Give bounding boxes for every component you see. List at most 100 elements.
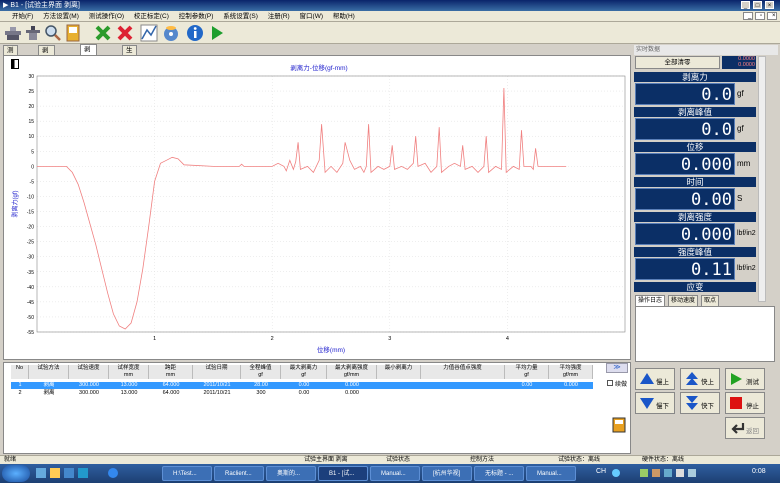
tab-generate-report[interactable]: 生成报告 (122, 45, 137, 84)
report-book-icon[interactable] (612, 417, 626, 433)
fixture-icon[interactable] (24, 24, 42, 42)
child-close-button[interactable]: × (767, 12, 777, 20)
y-tick-label: 25 (28, 89, 34, 95)
help-icon[interactable] (612, 469, 620, 477)
start-orb-icon[interactable] (2, 465, 30, 482)
chart-y-label: 剥离力(gf) (11, 190, 19, 217)
x-tick-label: 2 (271, 336, 274, 342)
y-tick-label: 10 (28, 134, 34, 140)
continue-checkbox[interactable] (607, 380, 613, 386)
y-tick-label: 5 (31, 149, 34, 155)
task-button[interactable]: 无标题 - ... (474, 466, 524, 481)
task-button[interactable]: H:\Test... (162, 466, 212, 481)
menu-item-control[interactable]: 控制参数(P) (175, 11, 218, 22)
language-indicator[interactable]: CH (596, 468, 606, 475)
show-desktop-icon[interactable] (36, 468, 46, 478)
volume-icon[interactable] (688, 469, 696, 477)
close-button[interactable]: × (765, 1, 774, 9)
menu-item-window[interactable]: 窗口(W) (296, 11, 327, 22)
table-row[interactable]: 2 剥离 300.000 13.000 64.000 2011/10/21 30… (11, 390, 593, 397)
tab-force-time[interactable]: 剥离力-时间 (38, 45, 55, 94)
info-icon[interactable] (186, 24, 204, 42)
menu-item-calibration[interactable]: 校正标定(C) (130, 11, 173, 22)
clear-all-button[interactable]: 全部清零 (635, 56, 720, 69)
readout-unit-displacement: mm (737, 159, 751, 168)
machine-icon[interactable] (4, 24, 22, 42)
menu-item-help[interactable]: 帮助(H) (329, 11, 359, 22)
task-button[interactable]: Manual... (526, 466, 576, 481)
menu-item-test-op[interactable]: 测试操作(O) (85, 11, 128, 22)
menu-item-method[interactable]: 方法设置(M) (39, 11, 83, 22)
expand-chevron-icon[interactable]: ≫ (606, 363, 628, 373)
red-x-icon[interactable] (116, 24, 134, 42)
col-valley-strength: 力值谷值点强度 (421, 365, 505, 379)
back-button[interactable]: 返回 (725, 417, 765, 439)
task-button[interactable]: Manual... (370, 466, 420, 481)
window-title-bar: ▶ B1 - [试验主界面 剥离] _ □ × (0, 0, 780, 11)
readout-value-time: 0.00 (635, 188, 735, 210)
save-icon[interactable] (64, 24, 82, 42)
col-max-strength: 最大剥离强度 gf/mm (327, 365, 377, 379)
x-tick-labels: 1 2 3 4 (153, 336, 509, 342)
menu-item-register[interactable]: 注册(R) (264, 11, 294, 22)
minimize-button[interactable]: _ (741, 1, 750, 9)
menu-item-start[interactable]: 开始(F) (0, 11, 37, 22)
network-icon[interactable] (676, 469, 684, 477)
quicklaunch-icon-2[interactable] (78, 468, 88, 478)
tab-test-settings[interactable]: 测试设置 (3, 45, 18, 84)
readout-label-time: 时间 (634, 177, 756, 187)
stop-button[interactable]: 停止 (725, 392, 765, 414)
task-button[interactable]: 奥斯的... (266, 466, 316, 481)
fast-up-button[interactable]: 快上 (680, 368, 720, 390)
ie-icon[interactable] (108, 468, 118, 478)
tab-force-displacement[interactable]: 剥离力-位移 (80, 44, 97, 93)
continue-label: 续做 (615, 382, 628, 388)
col-width: 试样宽度 mm (109, 365, 149, 379)
col-span: 跨距 mm (149, 365, 193, 379)
readout-label-peak: 剥离峰值 (634, 107, 756, 117)
results-table-panel: No 试验方法 试验速度 试样宽度 mm 跨距 mm 试验日期 全程峰值 gf 最大剥… (3, 362, 631, 454)
task-button-active[interactable]: B1 - [试... (318, 466, 368, 481)
y-tick-label: -55 (27, 330, 34, 336)
readout-scrollbar[interactable] (758, 56, 766, 302)
y-tick-label: -35 (27, 270, 34, 276)
play-icon[interactable] (208, 24, 226, 42)
arrow-down-icon (640, 398, 654, 409)
curve-tool-icon[interactable] (140, 24, 158, 42)
return-arrow-icon (731, 423, 745, 434)
task-button[interactable]: [杭州华视] (422, 466, 472, 481)
task-button[interactable]: Raclient... (214, 466, 264, 481)
readout-label-strength-peak: 强度峰值 (634, 247, 756, 257)
child-restore-button[interactable]: ▫ (755, 12, 765, 20)
green-x-icon[interactable] (94, 24, 112, 42)
test-button[interactable]: 测试 (725, 368, 765, 390)
table-row[interactable]: 1 剥离 300.000 13.000 64.000 2011/10/21 28… (11, 382, 593, 389)
operation-log-box[interactable] (635, 306, 775, 362)
maximize-button[interactable]: □ (753, 1, 762, 9)
slow-down-button[interactable]: 慢下 (635, 392, 675, 414)
col-avg-strength: 平均强度 gf/mm (549, 365, 593, 379)
col-no: No (11, 365, 29, 379)
taskbar: H:\Test... Raclient... 奥斯的... B1 - [试...… (0, 464, 780, 483)
x-tick-label: 3 (388, 336, 391, 342)
quicklaunch-icon[interactable] (64, 468, 74, 478)
window-title: B1 - [试验主界面 剥离] (10, 2, 80, 9)
col-avg-force: 平均力量 gf (505, 365, 549, 379)
tray-icon[interactable] (664, 469, 672, 477)
magnifier-icon[interactable] (44, 24, 62, 42)
disk-icon[interactable] (162, 24, 180, 42)
slow-up-button[interactable]: 慢上 (635, 368, 675, 390)
tray-icon[interactable] (652, 469, 660, 477)
explorer-icon[interactable] (50, 468, 60, 478)
y-tick-label: -45 (27, 300, 34, 306)
tray-icon[interactable] (640, 469, 648, 477)
menu-item-system[interactable]: 系统设置(S) (219, 11, 262, 22)
double-arrow-down-icon (686, 396, 698, 410)
x-tick-label: 1 (153, 336, 156, 342)
x-tick-label: 4 (506, 336, 509, 342)
child-minimize-button[interactable]: _ (743, 12, 753, 20)
readout-unit-peak: gf (737, 124, 744, 133)
fast-down-button[interactable]: 快下 (680, 392, 720, 414)
page-icon[interactable] (11, 59, 19, 69)
readout-value-peak: 0.0 (635, 118, 735, 140)
